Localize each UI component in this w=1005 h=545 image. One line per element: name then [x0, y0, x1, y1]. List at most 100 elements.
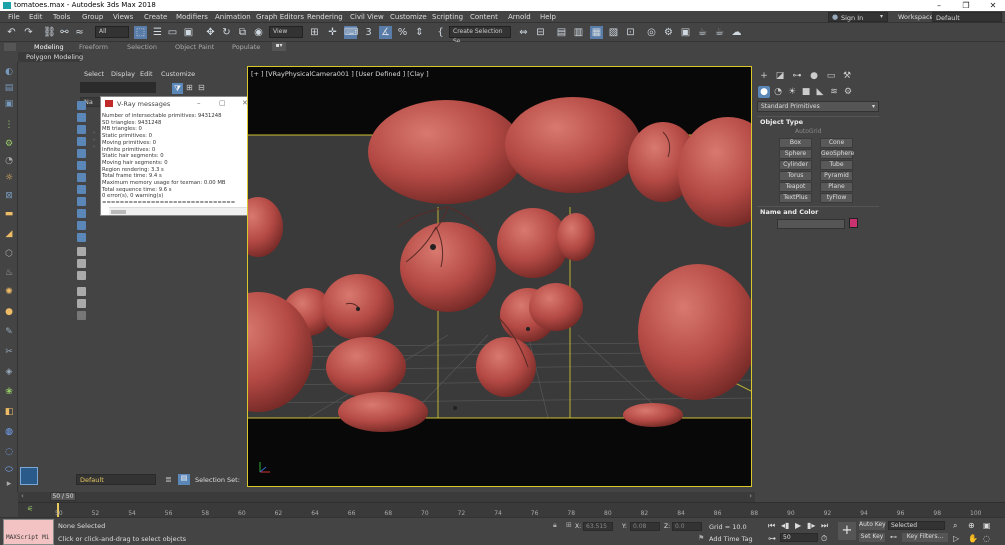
named-selection-dropdown[interactable]: Create Selection Se	[449, 26, 511, 45]
tab-populate[interactable]: Populate	[232, 43, 260, 51]
tool-icon-4[interactable]: ◢	[3, 228, 15, 240]
tyflow-button[interactable]: tyFlow	[820, 193, 853, 203]
helpers-icon[interactable]: ◣	[814, 86, 826, 98]
move-icon[interactable]: ✥	[204, 26, 217, 39]
torus-button[interactable]: Torus	[779, 171, 812, 181]
vray-maximize-button[interactable]: ▢	[219, 99, 226, 107]
close-button[interactable]: ✕	[982, 0, 1004, 11]
select-by-name-icon[interactable]: ☰	[151, 26, 164, 39]
shape-filter-icon[interactable]	[77, 113, 86, 122]
primitive-type-dropdown[interactable]: Standard Primitives ▾	[757, 101, 879, 112]
y-coordinate-field[interactable]: 0.08	[630, 522, 660, 531]
polygon-modeling-panel[interactable]: Polygon Modeling	[18, 52, 83, 62]
zoom-extents-icon[interactable]: ▣	[983, 521, 991, 530]
tool-icon-12[interactable]: ⬭	[3, 464, 15, 476]
layer-icon[interactable]: ▤	[3, 82, 15, 94]
filter-icon[interactable]: ⧩	[172, 83, 183, 94]
tube-button[interactable]: Tube	[820, 160, 853, 170]
cone-button[interactable]: Cone	[820, 138, 853, 148]
bind-space-warp-icon[interactable]: ≈	[73, 26, 86, 39]
tab-selection[interactable]: Selection	[127, 43, 157, 51]
tool-icon-11[interactable]: ◌	[3, 446, 15, 458]
sphere-icon[interactable]: ●	[3, 306, 15, 318]
none-filter-icon[interactable]	[77, 259, 86, 268]
tool-icon-13[interactable]: ▸	[3, 478, 15, 490]
go-to-start-icon[interactable]: ⏮	[768, 521, 775, 531]
tab-object-paint[interactable]: Object Paint	[175, 43, 214, 51]
teapot-button[interactable]: Teapot	[779, 182, 812, 192]
menu-help[interactable]: Help	[540, 13, 556, 21]
sort-icon[interactable]	[77, 287, 86, 296]
menu-content[interactable]: Content	[470, 13, 498, 21]
scale-icon[interactable]: ⧉	[236, 26, 249, 39]
name-color-header[interactable]: Name and Color	[760, 208, 818, 216]
edit-named-selection-icon[interactable]: {	[434, 26, 447, 39]
helper-icon[interactable]: ⚙	[3, 138, 15, 150]
tool-icon-10[interactable]: ◍	[3, 426, 15, 438]
scene-explorer-icon[interactable]: ▤	[555, 26, 568, 39]
object-type-header[interactable]: Object Type	[760, 118, 803, 126]
previous-frame-icon[interactable]: ◂▮	[781, 521, 789, 530]
manipulate-icon[interactable]: ✛	[326, 26, 339, 39]
tool-icon-1[interactable]: ◔	[3, 155, 15, 167]
undo-icon[interactable]: ↶	[5, 26, 18, 39]
tool-icon-8[interactable]: ◈	[3, 366, 15, 378]
field-of-view-icon[interactable]: ▷	[953, 534, 959, 543]
maximize-button[interactable]: ❐	[955, 0, 977, 11]
layer-explorer-icon[interactable]: ▥	[572, 26, 585, 39]
vray-horizontal-scrollbar[interactable]	[109, 207, 249, 215]
pivot-center-icon[interactable]: ⊞	[308, 26, 321, 39]
place-icon[interactable]: ◉	[252, 26, 265, 39]
key-filters-button[interactable]: Key Filters...	[902, 533, 948, 542]
hidden-filter-icon[interactable]	[77, 233, 86, 242]
time-slider-next-icon[interactable]: ›	[749, 492, 752, 500]
angle-snap-icon[interactable]: ∡	[379, 26, 392, 39]
display-children-icon[interactable]	[77, 311, 86, 320]
current-frame-field[interactable]: 50	[780, 533, 818, 542]
time-slider-thumb[interactable]: 50 / 50	[50, 492, 76, 501]
spinner-snap-icon[interactable]: ⇕	[413, 26, 426, 39]
systems-icon[interactable]: ⚙	[842, 86, 854, 98]
go-to-end-icon[interactable]: ⏭	[821, 521, 828, 531]
menu-group[interactable]: Group	[82, 13, 103, 21]
lights-icon[interactable]: ☀	[786, 86, 798, 98]
create-tab-icon[interactable]: +	[758, 70, 770, 82]
log-expand-arrows[interactable]: ▸ ▸ ▸	[93, 129, 96, 150]
utilities-tab-icon[interactable]: ⚒	[841, 70, 853, 82]
display-tab-icon[interactable]: ▭	[825, 70, 837, 82]
camera-filter-icon[interactable]	[77, 137, 86, 146]
invert-filter-icon[interactable]	[77, 271, 86, 280]
minimize-button[interactable]: –	[928, 0, 950, 11]
layer-dropdown[interactable]: Default	[76, 474, 156, 485]
schematic-view-icon[interactable]: ⊡	[624, 26, 637, 39]
scene-explorer-toggle-icon[interactable]: ▤	[178, 474, 190, 485]
shapes-icon[interactable]: ◔	[772, 86, 784, 98]
workspace-dropdown[interactable]: Default	[932, 12, 1002, 22]
rect-selection-icon[interactable]: ▭	[166, 26, 179, 39]
next-frame-icon[interactable]: ▮▸	[807, 521, 815, 530]
menu-civil-view[interactable]: Civil View	[350, 13, 384, 21]
sun-icon[interactable]: ✺	[3, 286, 15, 298]
sign-in-dropdown[interactable]: ● Sign In ▾	[828, 12, 888, 22]
bone-filter-icon[interactable]	[77, 197, 86, 206]
menu-customize[interactable]: Customize	[390, 13, 427, 21]
foliage-icon[interactable]: ❀	[3, 386, 15, 398]
hscroll-thumb[interactable]	[111, 210, 126, 214]
menu-views[interactable]: Views	[113, 13, 133, 21]
orbit-icon[interactable]: ◌	[983, 534, 990, 543]
light-filter-icon[interactable]	[77, 125, 86, 134]
menu-tools[interactable]: Tools	[53, 13, 70, 21]
zoom-all-icon[interactable]: ⊕	[968, 521, 975, 530]
time-slider-prev-icon[interactable]: ‹	[21, 492, 24, 500]
explorer-search-input[interactable]	[80, 82, 156, 93]
explorer-menu-edit[interactable]: Edit	[140, 70, 153, 78]
rotate-icon[interactable]: ↻	[220, 26, 233, 39]
menu-file[interactable]: File	[8, 13, 20, 21]
menu-edit[interactable]: Edit	[29, 13, 43, 21]
percent-snap-icon[interactable]: %	[396, 26, 409, 39]
spacewarps-icon[interactable]: ≋	[828, 86, 840, 98]
funnel-icon[interactable]	[77, 299, 86, 308]
tool-icon-2[interactable]: ⊠	[3, 190, 15, 202]
mirror-icon[interactable]: ⇔	[517, 26, 530, 39]
spacewarp-filter-icon[interactable]	[77, 161, 86, 170]
